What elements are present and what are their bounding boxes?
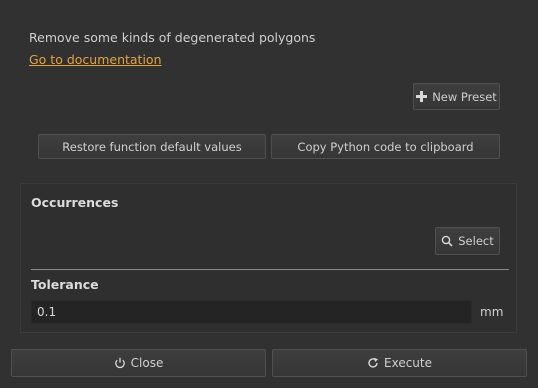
plus-icon bbox=[416, 91, 428, 102]
execute-button[interactable]: Execute bbox=[272, 349, 527, 377]
tolerance-unit: mm bbox=[480, 305, 504, 319]
execute-label: Execute bbox=[384, 356, 432, 370]
restore-defaults-label: Restore function default values bbox=[62, 139, 242, 154]
tolerance-input[interactable] bbox=[31, 300, 472, 324]
parameters-group: Occurrences Select Tolerance mm bbox=[20, 183, 517, 333]
new-preset-label: New Preset bbox=[432, 89, 497, 104]
documentation-link[interactable]: Go to documentation bbox=[29, 52, 162, 67]
power-icon bbox=[114, 357, 126, 369]
select-button[interactable]: Select bbox=[435, 227, 500, 255]
tolerance-title: Tolerance bbox=[31, 277, 99, 292]
copy-python-button[interactable]: Copy Python code to clipboard bbox=[271, 134, 500, 159]
copy-python-label: Copy Python code to clipboard bbox=[297, 139, 474, 154]
description-text: Remove some kinds of degenerated polygon… bbox=[29, 30, 316, 45]
new-preset-button[interactable]: New Preset bbox=[413, 83, 500, 110]
close-button[interactable]: Close bbox=[11, 349, 266, 377]
occurrences-title: Occurrences bbox=[31, 195, 119, 210]
close-label: Close bbox=[130, 356, 164, 370]
select-label: Select bbox=[458, 234, 494, 248]
refresh-icon bbox=[367, 357, 379, 369]
section-divider bbox=[31, 269, 509, 270]
restore-defaults-button[interactable]: Restore function default values bbox=[38, 134, 266, 159]
search-icon bbox=[441, 235, 453, 247]
